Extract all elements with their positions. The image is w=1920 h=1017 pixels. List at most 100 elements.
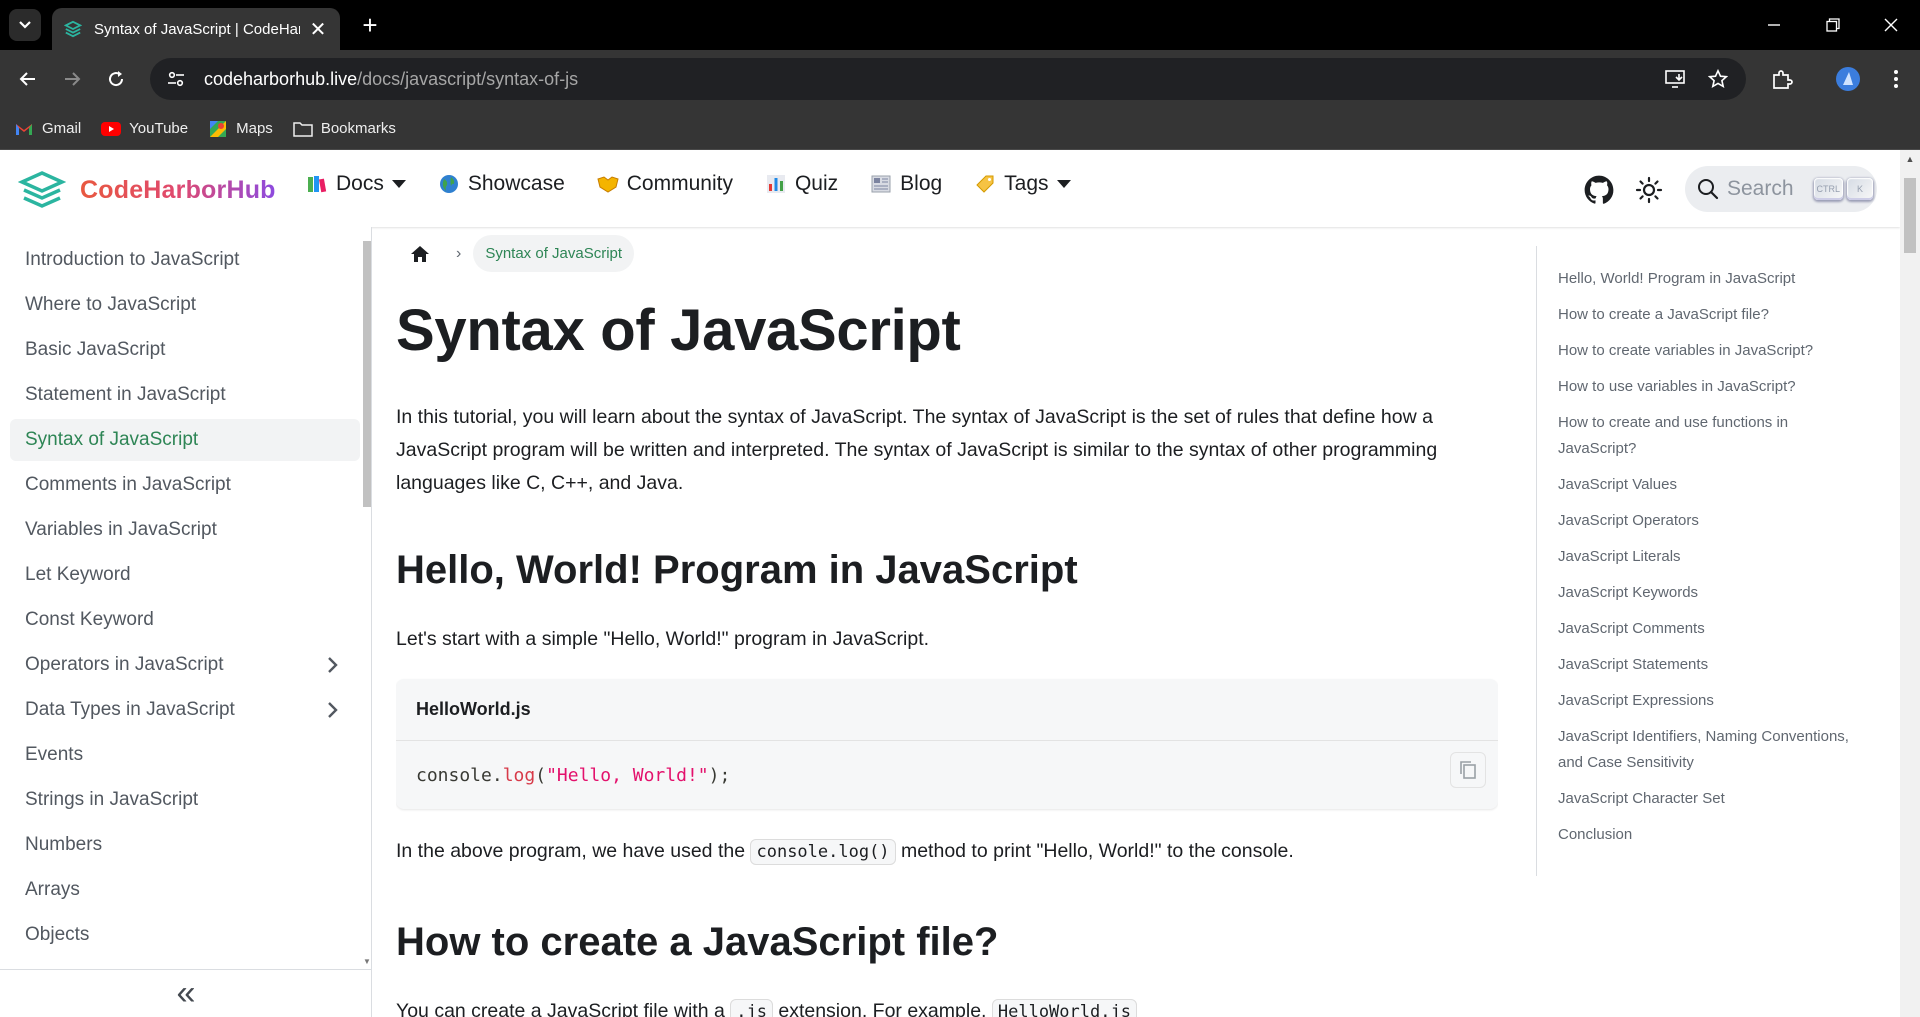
toc-link[interactable]: JavaScript Values: [1558, 472, 1868, 498]
sidebar-item[interactable]: Syntax of JavaScript: [10, 419, 360, 461]
chart-icon: [765, 173, 787, 195]
collapse-sidebar-button[interactable]: «: [0, 969, 372, 1017]
breadcrumb: › Syntax of JavaScript: [396, 235, 635, 272]
sidebar-scrollbar-thumb[interactable]: [363, 241, 371, 507]
install-app-icon[interactable]: [1664, 67, 1688, 91]
sidebar-item[interactable]: Statement in JavaScript: [10, 374, 360, 416]
toc-link[interactable]: JavaScript Comments: [1558, 616, 1868, 642]
bookmark-youtube[interactable]: YouTube: [101, 120, 188, 138]
k-key: K: [1847, 178, 1874, 200]
newspaper-icon: [870, 173, 892, 195]
browser-toolbar: codeharborhub.live/docs/javascript/synta…: [0, 50, 1920, 108]
toc-link[interactable]: JavaScript Keywords: [1558, 580, 1868, 606]
toc-link[interactable]: How to use variables in JavaScript?: [1558, 374, 1868, 400]
nav-showcase[interactable]: Showcase: [438, 172, 565, 196]
forward-button[interactable]: [56, 63, 88, 95]
browser-tab-active[interactable]: Syntax of JavaScript | CodeHarb ✕: [52, 8, 340, 50]
restore-button[interactable]: [1804, 0, 1862, 50]
sidebar-item[interactable]: Data Types in JavaScript: [10, 689, 360, 731]
reload-button[interactable]: [100, 63, 132, 95]
bookmark-star-icon[interactable]: [1706, 67, 1730, 91]
after-code-paragraph: In the above program, we have used the c…: [396, 835, 1496, 869]
sidebar-item[interactable]: Let Keyword: [10, 554, 360, 596]
nav-blog[interactable]: Blog: [870, 172, 942, 196]
page-scrollbar-thumb[interactable]: [1904, 178, 1916, 253]
search-shortcut: CTRL K: [1810, 178, 1874, 200]
nav-tags[interactable]: Tags: [974, 172, 1071, 196]
minimize-button[interactable]: [1745, 0, 1803, 50]
copy-code-button[interactable]: [1450, 752, 1486, 788]
browser-menu-button[interactable]: [1880, 63, 1912, 95]
restore-icon: [1826, 18, 1840, 32]
sidebar-item[interactable]: Variables in JavaScript: [10, 509, 360, 551]
puzzle-icon: [1773, 70, 1793, 89]
code-block-content[interactable]: console. log("Hello, World!");: [396, 741, 1498, 809]
doc-content: › Syntax of JavaScript Syntax of JavaScr…: [396, 227, 1498, 1017]
profile-avatar[interactable]: [1832, 63, 1864, 95]
github-link[interactable]: [1583, 174, 1615, 206]
table-of-contents: Hello, World! Program in JavaScript How t…: [1536, 246, 1876, 876]
sidebar-item[interactable]: Basic JavaScript: [10, 329, 360, 371]
toc-link[interactable]: How to create a JavaScript file?: [1558, 302, 1868, 328]
sidebar-item[interactable]: Events: [10, 734, 360, 776]
breadcrumb-home[interactable]: [406, 240, 434, 268]
scroll-up-arrow[interactable]: ▲: [1900, 154, 1920, 164]
search-button[interactable]: Search CTRL K: [1685, 166, 1877, 212]
inline-code: console.log(): [750, 839, 896, 865]
inline-code: .js: [730, 999, 773, 1017]
github-icon: [1584, 175, 1614, 204]
toc-link[interactable]: JavaScript Character Set: [1558, 786, 1868, 812]
sidebar-item[interactable]: Operators in JavaScript: [10, 644, 360, 686]
toc-link[interactable]: JavaScript Expressions: [1558, 688, 1868, 714]
sidebar-menu: Introduction to JavaScript Where to JavaS…: [10, 239, 360, 959]
sidebar-item[interactable]: Introduction to JavaScript: [10, 239, 360, 281]
address-bar[interactable]: codeharborhub.live/docs/javascript/synta…: [150, 58, 1746, 100]
sidebar-item[interactable]: Arrays: [10, 869, 360, 911]
tab-close-icon[interactable]: ✕: [308, 17, 328, 42]
toc-link[interactable]: How to create variables in JavaScript?: [1558, 338, 1868, 364]
chevron-right-icon[interactable]: [322, 700, 342, 720]
back-button[interactable]: [12, 63, 44, 95]
search-icon: [1698, 179, 1719, 200]
close-icon: [1884, 18, 1898, 32]
toc-link[interactable]: How to create and use functions in JavaS…: [1558, 410, 1868, 462]
theme-toggle-button[interactable]: [1633, 174, 1665, 206]
toc-link[interactable]: JavaScript Literals: [1558, 544, 1868, 570]
sidebar-item[interactable]: Const Keyword: [10, 599, 360, 641]
toc-link[interactable]: JavaScript Identifiers, Naming Conventio…: [1558, 724, 1868, 776]
sidebar-item[interactable]: Where to JavaScript: [10, 284, 360, 326]
tab-search-button[interactable]: [9, 9, 41, 41]
sidebar-item-label: Variables in JavaScript: [25, 519, 217, 540]
sidebar-item[interactable]: Strings in JavaScript: [10, 779, 360, 821]
close-window-button[interactable]: [1862, 0, 1920, 50]
sidebar-item[interactable]: Comments in JavaScript: [10, 464, 360, 506]
brand-link[interactable]: CodeHarborHub: [18, 170, 276, 210]
url-text: codeharborhub.live/docs/javascript/synta…: [204, 68, 579, 89]
sidebar-item-label: Arrays: [25, 879, 80, 900]
sidebar-item[interactable]: Objects: [10, 914, 360, 956]
bookmark-maps[interactable]: Maps: [208, 120, 273, 138]
nav-community[interactable]: Community: [597, 172, 733, 196]
nav-quiz[interactable]: Quiz: [765, 172, 838, 196]
bookmark-folder[interactable]: Bookmarks: [293, 120, 396, 138]
main-nav: Docs Showcase Community Quiz Blog Tags: [306, 172, 1103, 196]
new-tab-button[interactable]: +: [353, 8, 387, 42]
browser-tab-bar: Syntax of JavaScript | CodeHarb ✕ +: [0, 0, 1920, 50]
bookmark-gmail[interactable]: Gmail: [14, 120, 81, 138]
chevron-right-icon[interactable]: [322, 655, 342, 675]
sidebar-item[interactable]: Numbers: [10, 824, 360, 866]
sidebar-item-label: Operators in JavaScript: [25, 654, 224, 675]
extensions-button[interactable]: [1766, 63, 1798, 95]
toc-link[interactable]: Hello, World! Program in JavaScript: [1558, 266, 1868, 292]
site-info-icon[interactable]: [164, 67, 188, 91]
sidebar-scroll-down-arrow[interactable]: ▼: [363, 957, 371, 967]
section-heading-create-file: How to create a JavaScript file?: [396, 920, 999, 964]
toc-link[interactable]: JavaScript Statements: [1558, 652, 1868, 678]
section-hello-world-text: Let's start with a simple "Hello, World!…: [396, 628, 930, 650]
nav-docs[interactable]: Docs: [306, 172, 406, 196]
toc-link[interactable]: JavaScript Operators: [1558, 508, 1868, 534]
chevron-down-icon: [19, 21, 31, 29]
toc-link[interactable]: Conclusion: [1558, 822, 1868, 848]
site-navbar: CodeHarborHub Docs Showcase Community Qu…: [0, 150, 1900, 227]
page-scrollbar[interactable]: ▲: [1900, 150, 1920, 1017]
